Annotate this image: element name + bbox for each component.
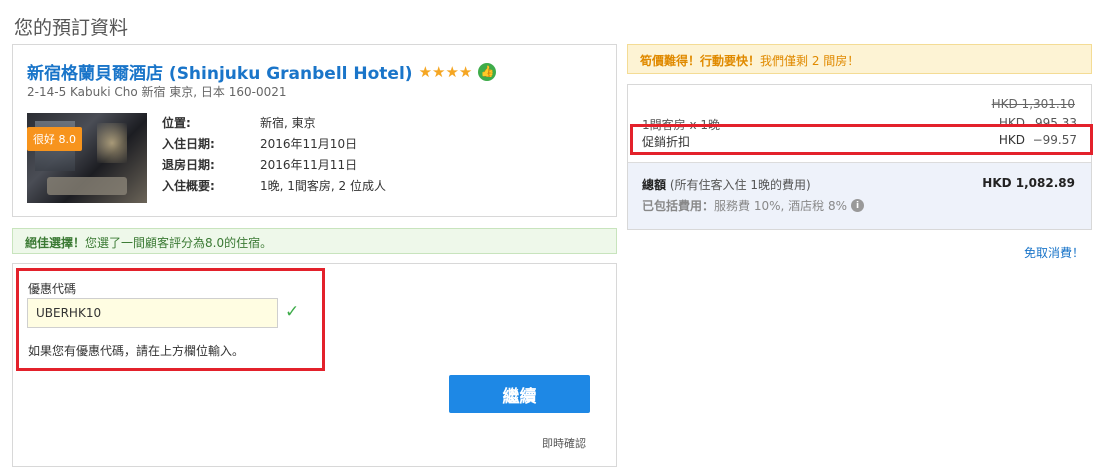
detail-label: 入住日期: (162, 137, 215, 151)
detail-row-summary: 入住概要: 1晚, 1間客房, 2 位成人 (162, 175, 386, 196)
urgency-bold: 筍價難得！行動要快！ (640, 54, 761, 68)
thumbs-up-icon: 👍 (478, 62, 497, 81)
instant-confirm-text: 即時確認 (542, 437, 586, 450)
detail-label: 退房日期: (162, 158, 215, 172)
original-price: HKD 1,301.10 (991, 97, 1075, 111)
total-bold: 總額 (642, 178, 667, 192)
included-text: 服務費 10%, 酒店稅 8% (714, 199, 847, 213)
star-rating: ★★★★ (418, 62, 473, 81)
promo-code-input[interactable] (27, 298, 278, 328)
detail-row-checkin: 入住日期: 2016年11月10日 (162, 133, 386, 154)
total-note: (所有住客入住 1晚的費用) (669, 178, 811, 192)
detail-value: 2016年11月10日 (260, 137, 358, 151)
included-bold: 已包括費用： (642, 199, 715, 213)
detail-value: 2016年11月11日 (260, 158, 358, 172)
promo-code-label: 優惠代碼 (28, 282, 77, 296)
detail-value: 1晚, 1間客房, 2 位成人 (260, 179, 386, 193)
price-summary: HKD 1,301.10 1間客房 x 1晚 HKD 995.33 促銷折扣 H… (627, 84, 1092, 230)
booking-details: 位置: 新宿, 東京 入住日期: 2016年11月10日 退房日期: 2016年… (162, 112, 386, 196)
included-fees: 已包括費用： 服務費 10%, 酒店稅 8% i (642, 197, 864, 214)
detail-row-location: 位置: 新宿, 東京 (162, 112, 386, 133)
detail-row-checkout: 退房日期: 2016年11月11日 (162, 154, 386, 175)
detail-value: 新宿, 東京 (260, 116, 316, 130)
urgency-banner: 筍價難得！行動要快！我們僅剩 2 間房！ (627, 44, 1092, 74)
hotel-card: 新宿格蘭貝爾酒店 (Shinjuku Granbell Hotel) ★★★★ … (12, 44, 617, 217)
page-title: 您的預訂資料 (14, 17, 129, 39)
detail-label: 入住概要: (162, 179, 215, 193)
rating-badge: 很好 8.0 (27, 127, 82, 151)
great-choice-bold: 絕佳選擇！ (25, 236, 86, 250)
info-icon[interactable]: i (850, 199, 864, 212)
continue-button[interactable]: 繼續 (449, 375, 590, 413)
discount-highlight-box (630, 124, 1093, 155)
total-label: 總額 (所有住客入住 1晚的費用) (642, 176, 811, 193)
great-choice-text: 您選了一間顧客評分為8.0的住宿。 (85, 236, 273, 250)
promo-hint: 如果您有優惠代碼，請在上方欄位輸入。 (28, 344, 245, 358)
hotel-name[interactable]: 新宿格蘭貝爾酒店 (Shinjuku Granbell Hotel) (27, 59, 413, 84)
detail-label: 位置: (162, 116, 191, 130)
total-value: HKD 1,082.89 (982, 176, 1075, 190)
great-choice-banner: 絕佳選擇！您選了一間顧客評分為8.0的住宿。 (12, 228, 617, 254)
free-cancellation-link[interactable]: 免取消費！ (1024, 244, 1084, 261)
hotel-name-row: 新宿格蘭貝爾酒店 (Shinjuku Granbell Hotel) ★★★★ … (27, 59, 497, 84)
price-total-section: 總額 (所有住客入住 1晚的費用) HKD 1,082.89 已包括費用： 服務… (628, 162, 1091, 229)
urgency-text: 我們僅剩 2 間房！ (760, 54, 860, 68)
hotel-address: 2-14-5 Kabuki Cho 新宿 東京, 日本 160-0021 (27, 85, 287, 99)
check-icon: ✓ (285, 302, 300, 322)
